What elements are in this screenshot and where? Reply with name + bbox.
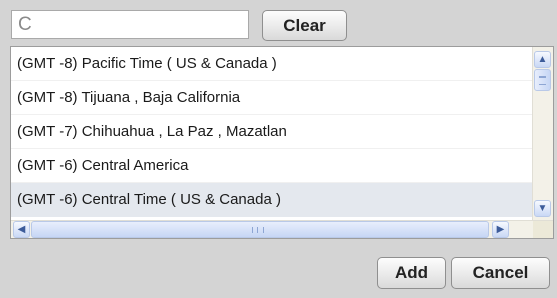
cancel-button[interactable]: Cancel [451,257,550,289]
timezone-list-items: (GMT -8) Pacific Time ( US & Canada ) (G… [11,47,533,222]
timezone-picker-dialog: Clear (GMT -8) Pacific Time ( US & Canad… [0,0,557,298]
list-item[interactable]: (GMT -8) Pacific Time ( US & Canada ) [11,47,533,81]
list-item[interactable]: (GMT -8) Tijuana , Baja California [11,81,533,115]
timezone-list[interactable]: (GMT -8) Pacific Time ( US & Canada ) (G… [10,46,554,239]
horizontal-scroll-thumb[interactable] [31,221,489,238]
grip-icon [252,227,264,233]
scroll-down-icon[interactable]: ▼ [534,200,551,217]
scroll-left-icon[interactable]: ◀ [13,221,30,238]
add-button[interactable]: Add [377,257,446,289]
search-input[interactable] [11,10,249,39]
list-item[interactable]: (GMT -6) Central America [11,149,533,183]
clear-button[interactable]: Clear [262,10,347,41]
scrollbar-corner [533,221,553,238]
list-item[interactable]: (GMT -7) Chihuahua , La Paz , Mazatlan [11,115,533,149]
list-item[interactable]: (GMT -6) Central Time ( US & Canada ) [11,183,533,217]
vertical-scroll-thumb[interactable] [534,69,551,91]
vertical-scrollbar[interactable]: ▲ ▼ [532,47,553,222]
scroll-up-icon[interactable]: ▲ [534,51,551,68]
horizontal-scrollbar[interactable]: ◀ ▶ [11,220,553,238]
scroll-right-icon[interactable]: ▶ [492,221,509,238]
